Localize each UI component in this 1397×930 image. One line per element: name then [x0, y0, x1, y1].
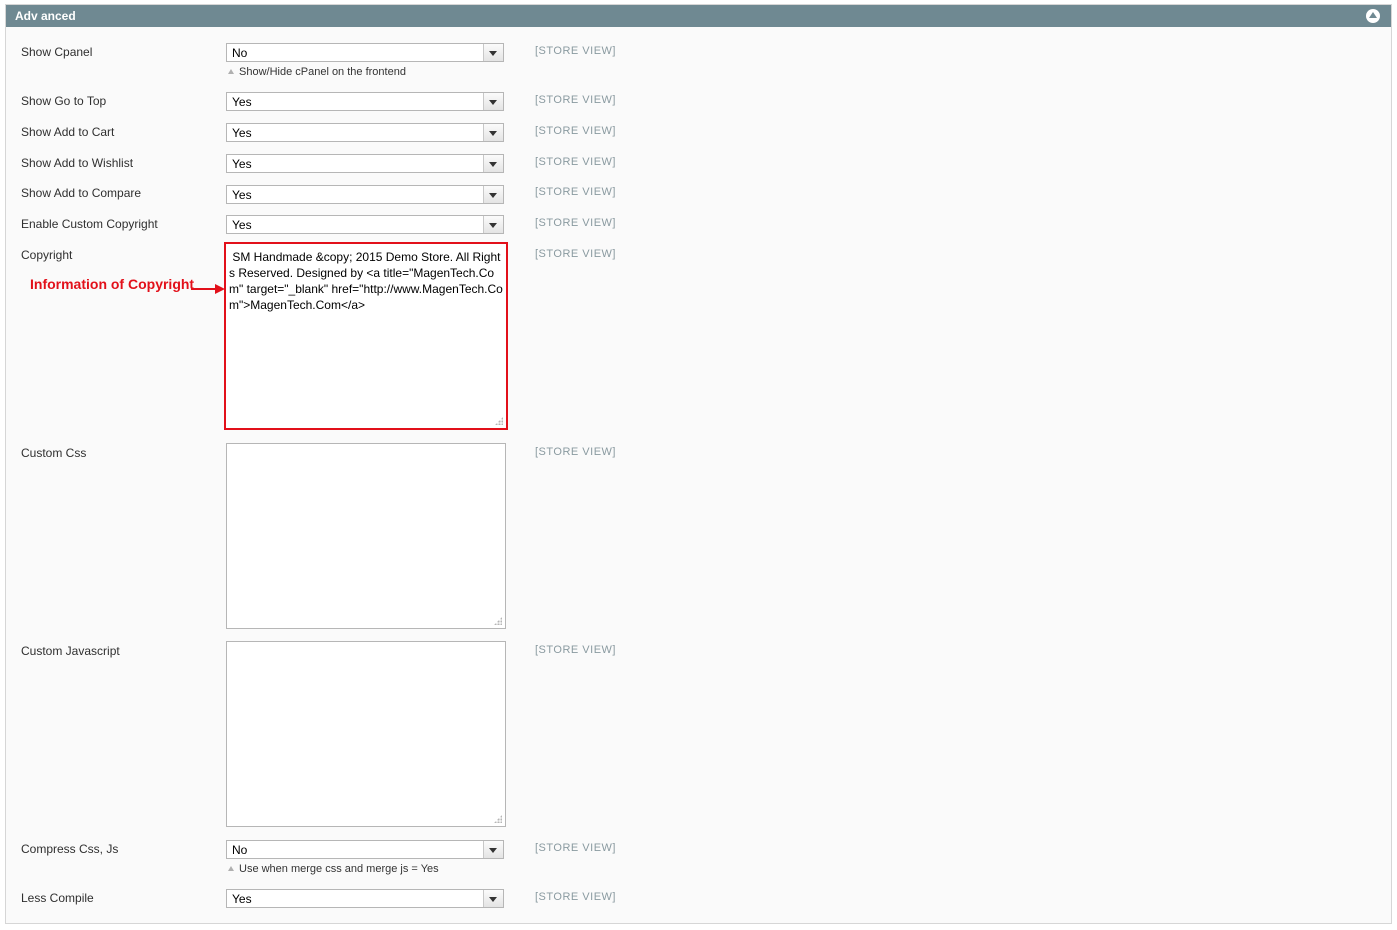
scope-label: [STORE VIEW] — [535, 94, 616, 106]
label-show-add-to-compare: Show Add to Compare — [21, 186, 142, 200]
select-show-add-to-compare[interactable]: Yes — [226, 185, 504, 204]
select-show-go-to-top[interactable]: Yes — [226, 92, 504, 111]
note-compress-css-js: Use when merge css and merge js = Yes — [228, 863, 439, 875]
note-text: Show/Hide cPanel on the frontend — [239, 66, 406, 78]
scope-label: [STORE VIEW] — [535, 446, 616, 458]
label-copyright: Copyright — [21, 248, 73, 262]
copyright-textarea[interactable]: SM Handmade &copy; 2015 Demo Store. All … — [224, 242, 508, 430]
select-value: Yes — [232, 188, 252, 202]
chevron-down-icon[interactable] — [483, 186, 503, 203]
select-value: No — [232, 46, 248, 60]
custom-javascript-textarea[interactable] — [226, 641, 506, 827]
chevron-down-icon[interactable] — [483, 890, 503, 907]
scope-label: [STORE VIEW] — [535, 217, 616, 229]
select-show-cpanel[interactable]: No — [226, 43, 504, 62]
scope-label: [STORE VIEW] — [535, 842, 616, 854]
label-show-add-to-wishlist: Show Add to Wishlist — [21, 156, 134, 170]
select-enable-custom-copyright[interactable]: Yes — [226, 215, 504, 234]
scope-label: [STORE VIEW] — [535, 644, 616, 656]
custom-css-textarea[interactable] — [226, 443, 506, 629]
select-compress-css-js[interactable]: No — [226, 840, 504, 859]
scope-label: [STORE VIEW] — [535, 125, 616, 137]
label-show-cpanel: Show Cpanel — [21, 45, 93, 59]
scope-label: [STORE VIEW] — [535, 45, 616, 57]
label-show-go-to-top: Show Go to Top — [21, 94, 107, 108]
select-value: Yes — [232, 126, 252, 140]
section-title: Adv anced — [15, 9, 76, 23]
chevron-down-icon[interactable] — [483, 93, 503, 110]
resize-grip-icon[interactable] — [494, 617, 502, 625]
chevron-down-icon[interactable] — [483, 841, 503, 858]
chevron-down-icon[interactable] — [483, 216, 503, 233]
label-less-compile: Less Compile — [21, 891, 94, 905]
chevron-down-icon[interactable] — [483, 44, 503, 61]
select-less-compile[interactable]: Yes — [226, 889, 504, 908]
collapse-icon[interactable] — [1366, 9, 1380, 23]
label-custom-javascript: Custom Javascript — [21, 644, 120, 658]
chevron-down-icon[interactable] — [483, 124, 503, 141]
select-value: Yes — [232, 157, 252, 171]
copyright-text: SM Handmade &copy; 2015 Demo Store. All … — [229, 250, 503, 312]
label-enable-custom-copyright: Enable Custom Copyright — [21, 217, 158, 231]
note-triangle-icon — [228, 69, 234, 74]
scope-label: [STORE VIEW] — [535, 186, 616, 198]
select-value: No — [232, 843, 248, 857]
resize-grip-icon[interactable] — [494, 815, 502, 823]
select-value: Yes — [232, 218, 252, 232]
note-text: Use when merge css and merge js = Yes — [239, 863, 439, 875]
annotation-arrow-icon — [191, 284, 225, 294]
label-custom-css: Custom Css — [21, 446, 87, 460]
chevron-down-icon[interactable] — [483, 155, 503, 172]
resize-grip-icon[interactable] — [495, 417, 503, 425]
select-show-add-to-cart[interactable]: Yes — [226, 123, 504, 142]
advanced-section: Adv anced — [5, 4, 1392, 924]
note-triangle-icon — [228, 866, 234, 871]
scope-label: [STORE VIEW] — [535, 248, 616, 260]
annotation-label: Information of Copyright — [30, 276, 195, 292]
select-value: Yes — [232, 95, 252, 109]
label-compress-css-js: Compress Css, Js — [21, 842, 119, 856]
section-header[interactable]: Adv anced — [6, 5, 1391, 27]
select-show-add-to-wishlist[interactable]: Yes — [226, 154, 504, 173]
note-show-cpanel: Show/Hide cPanel on the frontend — [228, 66, 406, 78]
label-show-add-to-cart: Show Add to Cart — [21, 125, 115, 139]
scope-label: [STORE VIEW] — [535, 156, 616, 168]
scope-label: [STORE VIEW] — [535, 891, 616, 903]
select-value: Yes — [232, 892, 252, 906]
